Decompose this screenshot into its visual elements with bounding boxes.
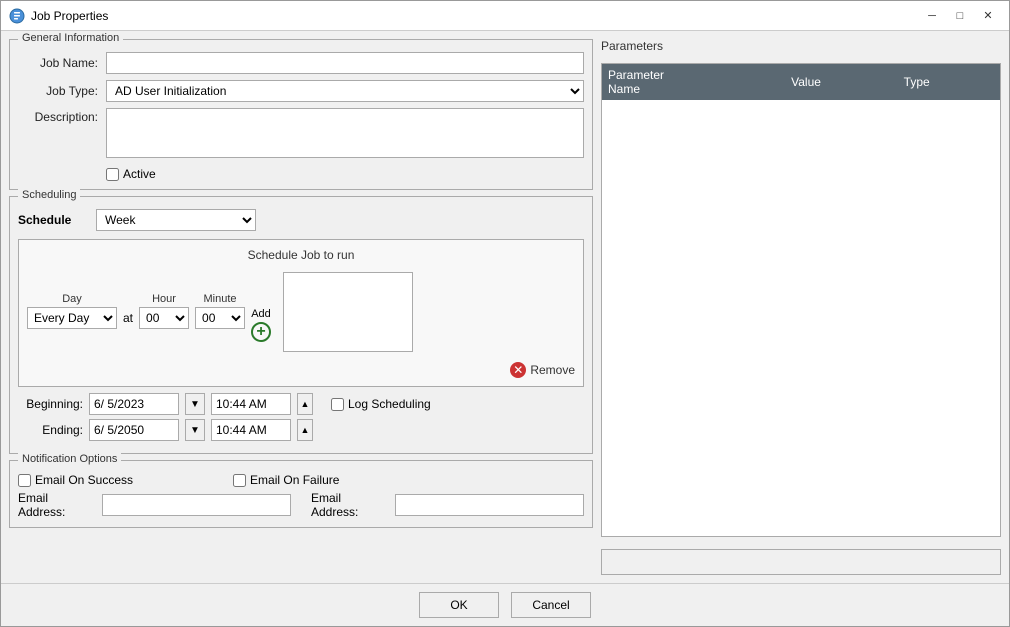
email-failure-label[interactable]: Email On Failure bbox=[233, 473, 339, 487]
minute-col: Minute 00051015 20253035 40455055 bbox=[195, 293, 245, 329]
log-scheduling-label[interactable]: Log Scheduling bbox=[331, 397, 431, 411]
email-address-label-1: Email Address: bbox=[18, 491, 98, 519]
ending-time-up[interactable]: ▲ bbox=[297, 419, 313, 441]
job-type-label: Job Type: bbox=[18, 84, 98, 98]
schedule-type-select[interactable]: Week Day Month bbox=[96, 209, 256, 231]
active-row: Active bbox=[106, 167, 584, 181]
schedule-inner-box: Schedule Job to run Day Every Day Monday… bbox=[18, 239, 584, 387]
day-col: Day Every Day Monday Tuesday Wednesday T… bbox=[27, 293, 117, 329]
col-value: Value bbox=[785, 64, 898, 100]
notification-section-label: Notification Options bbox=[18, 453, 121, 465]
day-select[interactable]: Every Day Monday Tuesday Wednesday Thurs… bbox=[27, 307, 117, 329]
email-address-col-2: Email Address: bbox=[311, 491, 584, 519]
log-scheduling-checkbox[interactable] bbox=[331, 398, 344, 411]
scheduling-section-label: Scheduling bbox=[18, 189, 80, 201]
schedule-inner-title: Schedule Job to run bbox=[27, 248, 575, 262]
at-label: at bbox=[123, 311, 133, 325]
description-textarea[interactable] bbox=[106, 108, 584, 158]
ok-button[interactable]: OK bbox=[419, 592, 499, 618]
title-bar: Job Properties ─ □ ✕ bbox=[1, 1, 1009, 31]
email-failure-checkbox[interactable] bbox=[233, 474, 246, 487]
schedule-inner-row: Day Every Day Monday Tuesday Wednesday T… bbox=[27, 270, 575, 352]
scheduling-section: Scheduling Schedule Week Day Month Sched… bbox=[9, 196, 593, 454]
add-icon: + bbox=[251, 322, 271, 342]
remove-button[interactable]: ✕ Remove bbox=[510, 362, 575, 378]
active-checkbox[interactable] bbox=[106, 168, 119, 181]
beginning-row: Beginning: ▼ ▲ Log Scheduling bbox=[18, 393, 584, 415]
notification-section: Notification Options Email On Success Em… bbox=[9, 460, 593, 528]
close-button[interactable]: ✕ bbox=[975, 6, 1001, 26]
description-row: Description: bbox=[18, 108, 584, 161]
minimize-button[interactable]: ─ bbox=[919, 6, 945, 26]
description-area bbox=[106, 108, 584, 161]
schedule-type-label: Schedule bbox=[18, 213, 88, 227]
beginning-time-up[interactable]: ▲ bbox=[297, 393, 313, 415]
remove-icon: ✕ bbox=[510, 362, 526, 378]
email-address-col-1: Email Address: bbox=[18, 491, 291, 519]
add-label: Add bbox=[251, 308, 271, 320]
parameters-label: Parameters bbox=[601, 39, 1001, 53]
beginning-time-input[interactable] bbox=[211, 393, 291, 415]
notif-checkbox-row: Email On Success Email On Failure bbox=[18, 473, 584, 487]
remove-row: ✕ Remove bbox=[27, 356, 575, 378]
ending-time-input[interactable] bbox=[211, 419, 291, 441]
job-type-row: Job Type: AD User Initialization Other bbox=[18, 80, 584, 102]
window-icon bbox=[9, 8, 25, 24]
minute-label: Minute bbox=[204, 293, 237, 305]
col-type: Type bbox=[898, 64, 1000, 100]
col-param-name: ParameterName bbox=[602, 64, 785, 100]
hour-label: Hour bbox=[152, 293, 176, 305]
description-label: Description: bbox=[18, 110, 98, 124]
beginning-label: Beginning: bbox=[18, 397, 83, 411]
job-name-row: Job Name: bbox=[18, 52, 584, 74]
hour-col: Hour 00010203 04050607 08091011 12131415… bbox=[139, 293, 189, 329]
add-button[interactable]: Add + bbox=[251, 308, 271, 342]
email-address-input-2[interactable] bbox=[395, 494, 584, 516]
job-type-select[interactable]: AD User Initialization Other bbox=[106, 80, 584, 102]
window-controls: ─ □ ✕ bbox=[919, 6, 1001, 26]
maximize-button[interactable]: □ bbox=[947, 6, 973, 26]
active-label: Active bbox=[123, 167, 156, 181]
beginning-date-input[interactable] bbox=[89, 393, 179, 415]
parameters-table: ParameterName Value Type bbox=[602, 64, 1000, 100]
remove-label: Remove bbox=[530, 363, 575, 377]
email-success-label[interactable]: Email On Success bbox=[18, 473, 133, 487]
cancel-button[interactable]: Cancel bbox=[511, 592, 591, 618]
active-checkbox-label[interactable]: Active bbox=[106, 167, 156, 181]
ending-row: Ending: ▼ ▲ bbox=[18, 419, 584, 441]
log-scheduling-row: Log Scheduling bbox=[331, 397, 431, 411]
right-panel: Parameters ParameterName Value Type bbox=[601, 39, 1001, 575]
beginning-date-picker[interactable]: ▼ bbox=[185, 393, 205, 415]
minute-select[interactable]: 00051015 20253035 40455055 bbox=[195, 307, 245, 329]
parameters-table-container: ParameterName Value Type bbox=[601, 63, 1001, 537]
email-address-label-2: Email Address: bbox=[311, 491, 391, 519]
schedule-type-row: Schedule Week Day Month bbox=[18, 209, 584, 231]
ending-date-picker[interactable]: ▼ bbox=[185, 419, 205, 441]
ending-label: Ending: bbox=[18, 423, 83, 437]
left-panel: General Information Job Name: Job Type: … bbox=[9, 39, 593, 575]
email-failure-text: Email On Failure bbox=[250, 473, 339, 487]
job-name-label: Job Name: bbox=[18, 56, 98, 70]
hour-select[interactable]: 00010203 04050607 08091011 12131415 1617… bbox=[139, 307, 189, 329]
add-section: Add + bbox=[251, 294, 271, 342]
notif-email-row: Email Address: Email Address: bbox=[18, 491, 584, 519]
general-section-label: General Information bbox=[18, 32, 123, 44]
window-title: Job Properties bbox=[31, 9, 919, 23]
email-success-checkbox[interactable] bbox=[18, 474, 31, 487]
job-properties-window: Job Properties ─ □ ✕ General Information… bbox=[0, 0, 1010, 627]
table-header-row: ParameterName Value Type bbox=[602, 64, 1000, 100]
log-scheduling-text: Log Scheduling bbox=[348, 397, 431, 411]
ending-date-input[interactable] bbox=[89, 419, 179, 441]
schedule-list-box[interactable] bbox=[283, 272, 413, 352]
params-input-bar[interactable] bbox=[601, 549, 1001, 575]
email-success-text: Email On Success bbox=[35, 473, 133, 487]
day-label: Day bbox=[62, 293, 82, 305]
main-content: General Information Job Name: Job Type: … bbox=[1, 31, 1009, 583]
general-section: General Information Job Name: Job Type: … bbox=[9, 39, 593, 190]
email-address-input-1[interactable] bbox=[102, 494, 291, 516]
bottom-bar: OK Cancel bbox=[1, 583, 1009, 626]
job-name-input[interactable] bbox=[106, 52, 584, 74]
